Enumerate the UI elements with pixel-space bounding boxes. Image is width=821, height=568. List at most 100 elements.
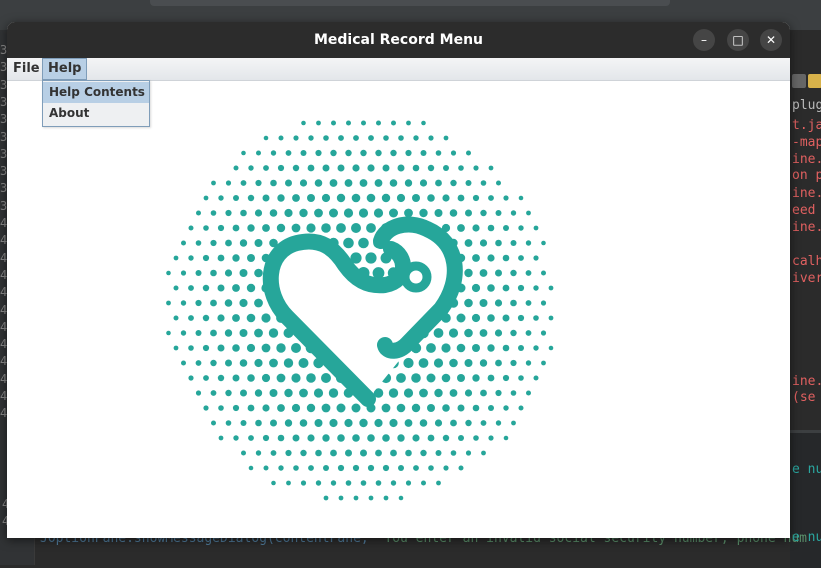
halftone-dot — [419, 419, 428, 427]
halftone-dot — [374, 179, 383, 187]
halftone-dot — [299, 208, 308, 218]
halftone-dot — [345, 449, 352, 457]
halftone-dot — [307, 164, 315, 172]
halftone-dot — [436, 480, 441, 486]
halftone-dot — [255, 179, 262, 187]
halftone-dot — [202, 284, 210, 292]
halftone-dot — [503, 195, 509, 201]
halftone-dot — [283, 358, 294, 368]
halftone-dot — [225, 420, 232, 426]
halftone-dot — [263, 135, 269, 141]
halftone-dot — [419, 179, 428, 187]
halftone-dot — [465, 180, 472, 186]
halftone-dot — [398, 495, 404, 501]
halftone-dot — [308, 135, 314, 141]
halftone-dot — [360, 449, 367, 457]
halftone-dot — [203, 225, 209, 231]
halftone-dot — [525, 300, 532, 306]
halftone-dot — [433, 328, 444, 338]
halftone-dot — [435, 450, 442, 456]
halftone-dot — [181, 240, 186, 246]
halftone-dot — [285, 150, 292, 156]
halftone-dot — [256, 150, 261, 156]
halftone-dot — [247, 224, 255, 232]
halftone-dot — [241, 150, 246, 156]
halftone-dot — [525, 240, 532, 246]
halftone-dot — [351, 403, 361, 413]
halftone-dot — [314, 208, 323, 218]
menu-bar: File Help — [7, 58, 790, 81]
halftone-dot — [233, 435, 239, 441]
halftone-dot — [254, 209, 263, 217]
halftone-dot — [442, 194, 450, 202]
halftone-dot — [525, 330, 532, 336]
halftone-dot — [450, 419, 457, 427]
menu-item-help-contents[interactable]: Help Contents — [43, 82, 149, 103]
halftone-dot — [269, 358, 278, 368]
halftone-dot — [195, 240, 202, 246]
halftone-dot — [487, 224, 495, 232]
halftone-dot — [217, 314, 225, 322]
halftone-dot — [224, 329, 233, 337]
halftone-dot — [404, 419, 413, 427]
halftone-dot — [398, 135, 404, 141]
halftone-dot — [196, 210, 201, 216]
halftone-dot — [262, 194, 270, 202]
halftone-dot — [426, 343, 436, 353]
halftone-dot — [343, 208, 354, 218]
halftone-dot — [217, 224, 225, 232]
halftone-dot — [336, 193, 346, 203]
title-bar[interactable]: Medical Record Menu – □ ✕ — [7, 22, 790, 58]
halftone-dot — [232, 314, 240, 322]
halftone-dot — [299, 419, 308, 427]
menu-file[interactable]: File — [8, 59, 45, 79]
halftone-dot — [472, 404, 480, 412]
menu-help[interactable]: Help — [42, 58, 88, 80]
halftone-dot — [390, 149, 397, 157]
halftone-dot — [315, 149, 322, 157]
halftone-dot — [518, 375, 524, 381]
halftone-dot — [307, 434, 315, 442]
halftone-dot — [329, 179, 338, 187]
halftone-dot — [269, 389, 278, 397]
halftone-dot — [246, 283, 256, 293]
halftone-dot — [525, 270, 532, 276]
halftone-dot — [254, 358, 263, 368]
halftone-dot — [464, 298, 473, 308]
halftone-dot — [472, 344, 480, 352]
halftone-dot — [316, 120, 321, 126]
halftone-dot — [518, 225, 524, 231]
halftone-dot — [307, 194, 315, 202]
halftone-dot — [337, 434, 345, 442]
halftone-dot — [427, 194, 435, 202]
halftone-dot — [383, 495, 389, 501]
halftone-dot — [314, 179, 323, 187]
halftone-dot — [336, 403, 346, 413]
maximize-button[interactable]: □ — [727, 29, 749, 51]
halftone-dot — [360, 149, 367, 157]
halftone-dot — [374, 418, 383, 428]
halftone-dot — [533, 375, 539, 381]
halftone-dot — [510, 329, 517, 337]
halftone-dot — [510, 299, 517, 307]
close-button[interactable]: ✕ — [760, 29, 782, 51]
halftone-dot — [337, 464, 345, 472]
halftone-dot — [195, 330, 202, 336]
halftone-dot — [495, 389, 502, 397]
halftone-dot — [202, 254, 210, 262]
halftone-dot — [487, 284, 495, 292]
halftone-dot — [270, 179, 277, 187]
halftone-dot — [540, 300, 547, 306]
halftone-dot — [300, 480, 307, 486]
halftone-dot — [502, 374, 510, 382]
halftone-dot — [195, 390, 202, 396]
menu-item-about[interactable]: About — [43, 103, 149, 124]
halftone-dot — [166, 330, 171, 336]
halftone-dot — [299, 388, 308, 398]
halftone-dot — [397, 164, 405, 172]
halftone-dot — [284, 419, 293, 427]
minimize-button[interactable]: – — [693, 29, 715, 51]
halftone-dot — [358, 208, 369, 218]
halftone-dot — [300, 150, 307, 156]
halftone-dot — [450, 150, 457, 156]
